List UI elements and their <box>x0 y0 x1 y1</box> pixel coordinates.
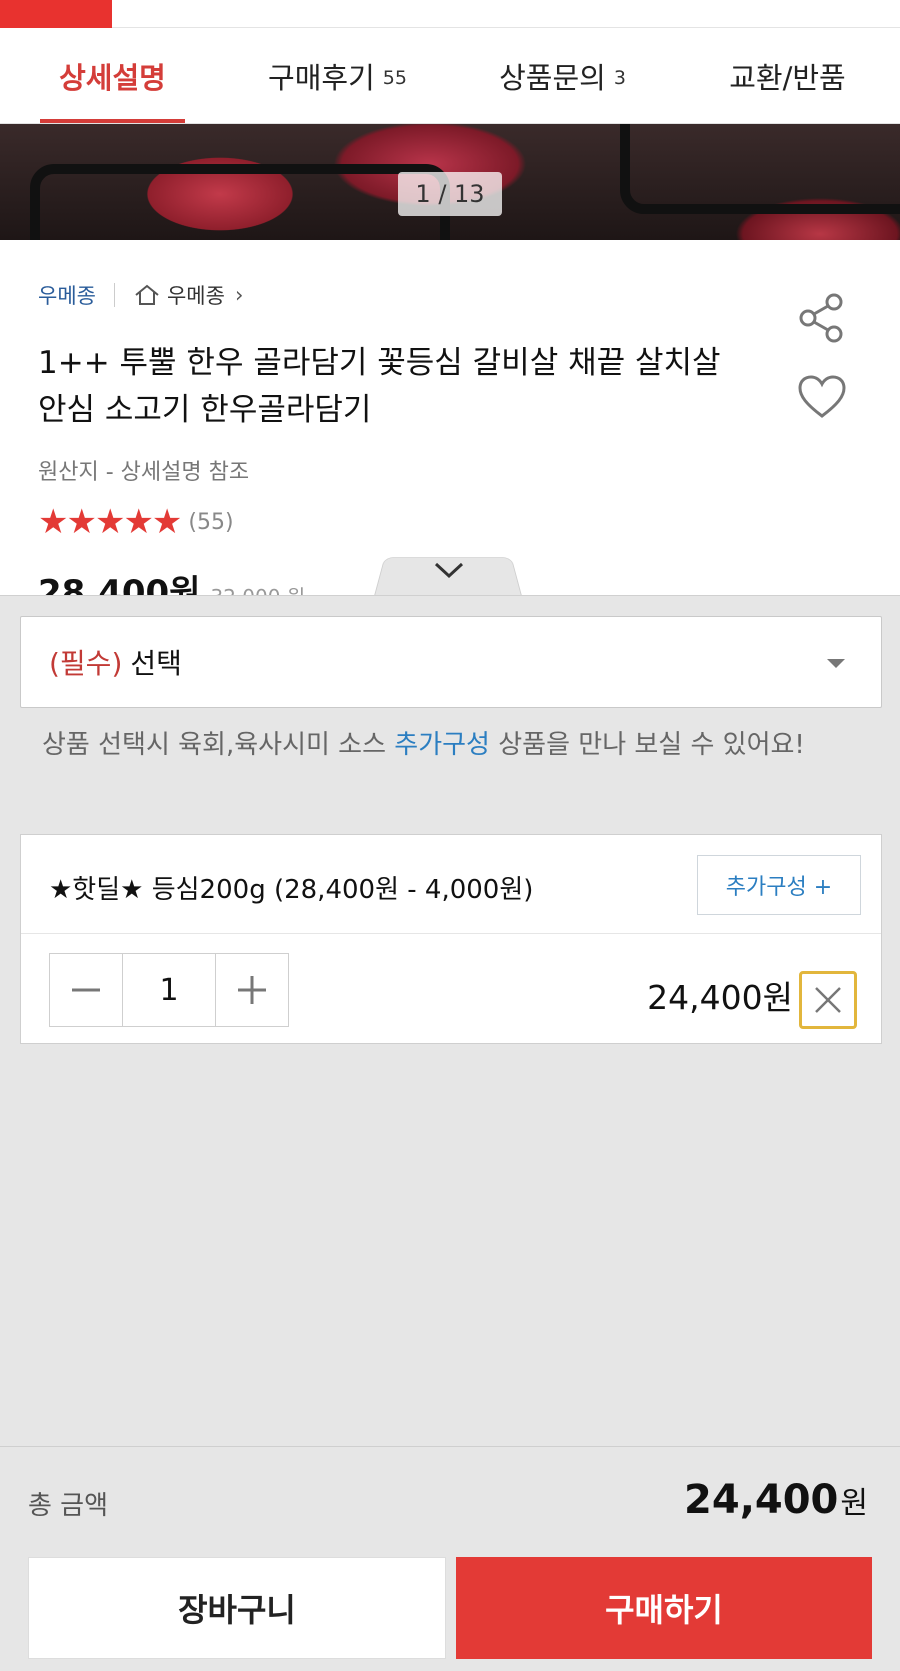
add-to-cart-button[interactable]: 장바구니 <box>28 1557 446 1659</box>
tab-inquiries-count: 3 <box>613 66 626 89</box>
remove-option-button[interactable] <box>799 971 857 1029</box>
chevron-down-icon[interactable] <box>432 558 466 582</box>
sale-price: 28,400원 <box>38 573 201 595</box>
product-title: 1++ 투뿔 한우 골라담기 꽃등심 갈비살 채끝 살치살 안심 소고기 한우골… <box>38 345 721 428</box>
plus-icon <box>238 976 266 1004</box>
option-sheet: (필수) 선택 상품 선택시 육회,육사시미 소스 추가구성 상품을 만나 보실… <box>0 595 900 1671</box>
breadcrumb-divider <box>113 283 115 307</box>
tab-reviews-label: 구매후기 <box>268 60 375 95</box>
selected-option-card: ★핫딜★ 등심200g (28,400원 - 4,000원) 추가구성 + 1 … <box>20 834 882 1044</box>
product-origin: 원산지 - 상세설명 참조 <box>38 460 250 485</box>
tab-exchange-return[interactable]: 교환/반품 <box>675 28 900 123</box>
home-icon <box>135 284 159 305</box>
quantity-input[interactable]: 1 <box>122 954 216 1026</box>
product-tabs: 상세설명 구매후기 55 상품문의 3 교환/반품 <box>0 28 900 124</box>
shop-name-link[interactable]: 우메종 <box>38 280 96 310</box>
total-amount-value: 24,400 <box>684 1477 839 1523</box>
total-bar: 총 금액 24,400원 장바구니 구매하기 <box>0 1446 900 1671</box>
minus-icon <box>72 988 100 992</box>
shop-home-link[interactable]: 우메종 › <box>133 280 243 310</box>
option-notice: 상품 선택시 육회,육사시미 소스 추가구성 상품을 만나 보실 수 있어요! <box>42 724 842 766</box>
increase-button[interactable] <box>216 954 288 1026</box>
buy-now-button[interactable]: 구매하기 <box>456 1557 872 1659</box>
total-amount: 24,400원 <box>684 1477 868 1523</box>
tab-exchange-return-label: 교환/반품 <box>729 60 846 95</box>
breadcrumb: 우메종 우메종 › <box>38 280 243 310</box>
original-price: 32,000 원 <box>210 585 305 595</box>
dropdown-caret-icon <box>827 659 845 668</box>
tab-description-label: 상세설명 <box>59 60 166 95</box>
selected-option-name: ★핫딜★ 등심200g (28,400원 - 4,000원) <box>49 875 534 905</box>
option-required-label: (필수) <box>49 647 123 680</box>
share-button[interactable] <box>796 292 848 344</box>
share-icon <box>799 293 843 343</box>
wishlist-button[interactable] <box>796 372 848 424</box>
option-select-label: 선택 <box>130 647 182 680</box>
tab-inquiries-label: 상품문의 <box>499 60 606 95</box>
brand-accent-block <box>0 0 112 28</box>
tab-inquiries[interactable]: 상품문의 3 <box>450 28 675 123</box>
review-count: (55) <box>188 509 234 535</box>
total-amount-unit: 원 <box>840 1486 868 1521</box>
line-item-price: 24,400원 <box>647 978 793 1017</box>
meat-tray-image <box>30 164 450 240</box>
notice-highlight: 추가구성 <box>394 730 490 760</box>
tab-reviews[interactable]: 구매후기 55 <box>225 28 450 123</box>
tab-reviews-count: 55 <box>382 66 407 89</box>
product-rating[interactable]: ★★★★★ (55) <box>38 502 234 542</box>
add-option-button[interactable]: 추가구성 + <box>697 855 861 915</box>
close-icon <box>815 987 841 1013</box>
meat-tray-image-2 <box>620 124 900 214</box>
decrease-button[interactable] <box>50 954 122 1026</box>
top-strip <box>0 0 900 28</box>
notice-suffix: 상품을 만나 보실 수 있어요! <box>489 730 805 760</box>
option-select[interactable]: (필수) 선택 <box>20 616 882 708</box>
heart-icon <box>798 375 846 418</box>
quantity-stepper: 1 <box>49 953 289 1027</box>
product-price: 28,400원 32,000 원 <box>38 565 305 595</box>
product-image-carousel[interactable]: 1 / 13 <box>0 124 900 240</box>
tab-description[interactable]: 상세설명 <box>0 28 225 123</box>
total-label: 총 금액 <box>28 1491 109 1521</box>
rating-stars-icon: ★★★★★ <box>38 502 182 542</box>
chevron-right-icon: › <box>234 283 244 307</box>
product-info: 우메종 우메종 › 1++ 투뿔 한우 골라담기 꽃등심 갈비살 채끝 살치살 … <box>0 240 900 595</box>
shop-home-label: 우메종 <box>166 284 225 308</box>
notice-prefix: 상품 선택시 육회,육사시미 소스 <box>42 730 395 760</box>
carousel-counter: 1 / 13 <box>398 172 502 216</box>
option-divider <box>21 933 881 934</box>
